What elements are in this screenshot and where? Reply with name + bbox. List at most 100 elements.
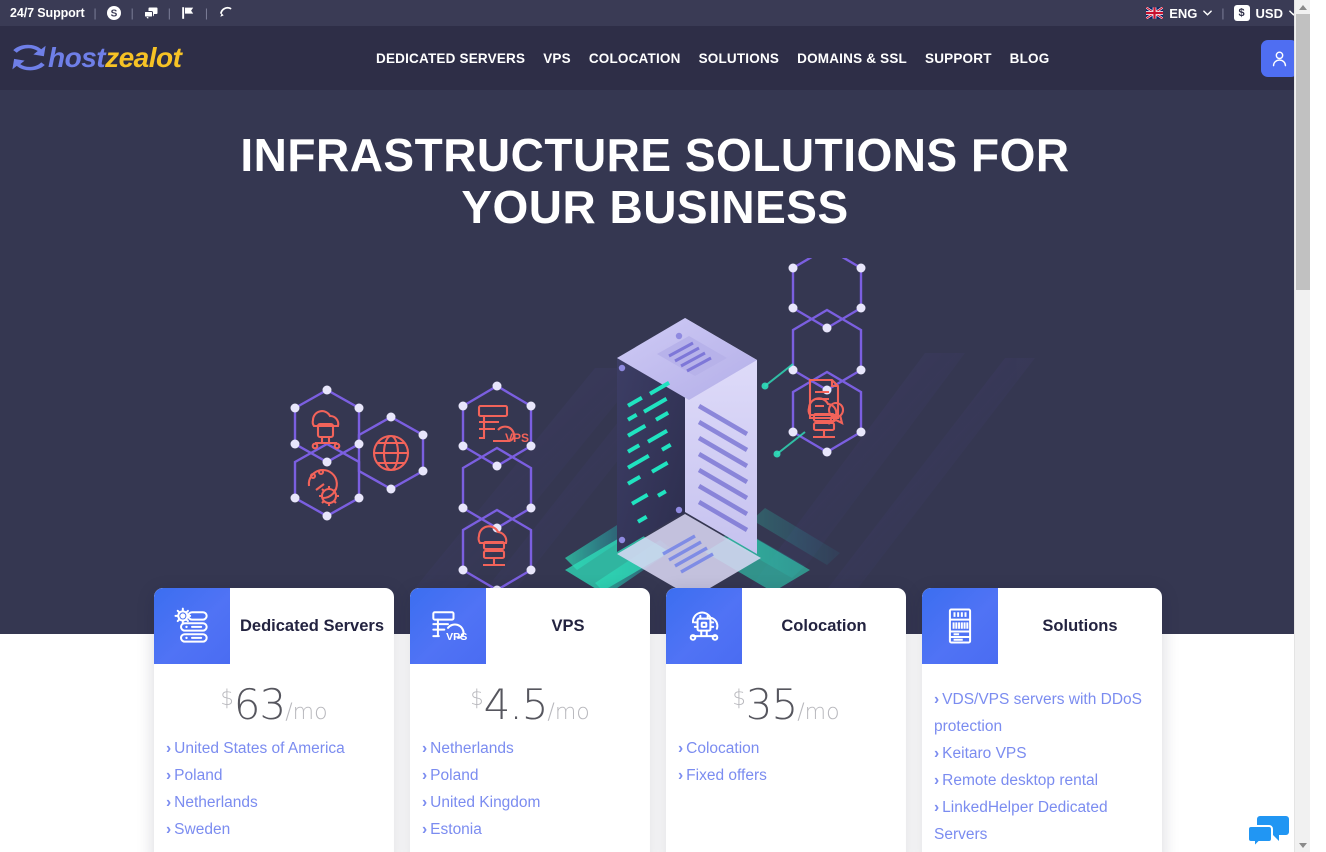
logo-mark-icon: [12, 44, 46, 71]
list-item[interactable]: › Estonia: [422, 816, 638, 843]
list-item-label: Estonia: [430, 821, 482, 838]
price-value: 4.5: [483, 680, 549, 729]
user-icon: [1272, 50, 1287, 66]
list-item-label: Colocation: [686, 740, 760, 757]
list-item-label: United States of America: [174, 740, 345, 757]
card-header: Dedicated Servers: [154, 588, 394, 664]
chevron-right-icon: ›: [934, 772, 940, 789]
card-link-list: › VDS/VPS servers with DDoS protection › K…: [922, 664, 1162, 848]
list-item[interactable]: › VDS/VPS servers with DDoS protection: [934, 686, 1150, 740]
list-item[interactable]: › Keitaro VPS: [934, 740, 1150, 767]
nav-item-vps[interactable]: VPS: [534, 45, 580, 72]
list-item[interactable]: › Remote desktop rental: [934, 767, 1150, 794]
list-item[interactable]: › LinkedHelper Dedicated Servers: [934, 794, 1150, 848]
chevron-down-icon: [1203, 10, 1213, 16]
site-header: hostzealot DEDICATED SERVERS VPS COLOCAT…: [0, 26, 1310, 90]
card-link-list: › Colocation › Fixed offers: [666, 729, 906, 789]
chevron-right-icon: ›: [166, 794, 172, 811]
performance-gear-illustration-icon: [307, 468, 339, 506]
nav-item-dedicated-servers[interactable]: DEDICATED SERVERS: [376, 45, 534, 72]
nav-item-support[interactable]: SUPPORT: [916, 45, 1001, 72]
language-label: ENG: [1169, 5, 1198, 21]
chevron-right-icon: ›: [678, 740, 684, 757]
page-title: INFRASTRUCTURE SOLUTIONS FOR YOUR BUSINE…: [240, 129, 1070, 233]
currency-selector[interactable]: $ USD: [1233, 5, 1298, 21]
page-scrollbar[interactable]: [1294, 0, 1310, 852]
list-item-label: Netherlands: [430, 740, 514, 757]
topbar-support-group: 24/7 Support | S | | |: [10, 5, 233, 21]
card-icon-wrapper: VPS: [410, 588, 486, 664]
product-card-colocation[interactable]: Colocation $35/mo › Colocation › Fixed off…: [666, 588, 906, 852]
currency-label: USD: [1255, 5, 1283, 21]
separator: |: [93, 6, 97, 20]
card-link-list: › United States of America › Poland › Nethe…: [154, 729, 394, 843]
svg-text:VPS: VPS: [505, 431, 529, 445]
price-currency: $: [470, 686, 484, 710]
card-title: Colocation: [781, 616, 867, 635]
price-value: 63: [233, 680, 286, 729]
cloud-chip-illustration-icon: [311, 410, 341, 450]
nav-item-solutions[interactable]: SOLUTIONS: [690, 45, 789, 72]
list-item[interactable]: › Colocation: [678, 735, 894, 762]
scroll-up-arrow-icon[interactable]: [1295, 0, 1310, 14]
list-item[interactable]: › Sweden: [166, 816, 382, 843]
chat-icon[interactable]: [143, 5, 159, 21]
chevron-right-icon: ›: [422, 821, 428, 838]
account-button[interactable]: [1261, 39, 1298, 77]
chevron-right-icon: ›: [166, 767, 172, 784]
list-item[interactable]: › United Kingdom: [422, 789, 638, 816]
chat-widget-button[interactable]: [1247, 804, 1291, 848]
list-item[interactable]: › Netherlands: [166, 789, 382, 816]
product-card-solutions[interactable]: Solutions › VDS/VPS servers with DDoS pro…: [922, 588, 1162, 852]
list-item[interactable]: › United States of America: [166, 735, 382, 762]
main-navigation: DEDICATED SERVERS VPS COLOCATION SOLUTIO…: [376, 45, 1058, 72]
list-item[interactable]: › Poland: [166, 762, 382, 789]
separator: |: [204, 6, 209, 20]
list-item-label: Poland: [174, 767, 223, 784]
logo-text-zealot: zealot: [105, 42, 182, 73]
support-label: 24/7 Support: [10, 6, 85, 20]
svg-text:S: S: [110, 9, 117, 20]
nav-item-blog[interactable]: BLOG: [1001, 45, 1059, 72]
list-item[interactable]: › Poland: [422, 762, 638, 789]
scrollbar-thumb[interactable]: [1296, 14, 1310, 290]
separator: |: [167, 6, 171, 20]
card-header: Solutions: [922, 588, 1162, 664]
separator: |: [1221, 6, 1225, 20]
phone-icon[interactable]: [217, 5, 233, 21]
chat-bubbles-icon: [1248, 816, 1289, 848]
list-item-label: Remote desktop rental: [942, 772, 1099, 789]
card-icon-wrapper: [666, 588, 742, 664]
chevron-right-icon: ›: [422, 740, 428, 757]
product-card-vps[interactable]: VPS VPS $4.5/mo › Netherlands › Poland › Un…: [410, 588, 650, 852]
list-item-label: Sweden: [174, 821, 231, 838]
vps-cloud-icon: VPS: [432, 611, 467, 643]
card-price: $35/mo: [666, 664, 906, 729]
list-item[interactable]: › Fixed offers: [678, 762, 894, 789]
list-item-label: Poland: [430, 767, 479, 784]
ticket-icon[interactable]: [180, 5, 196, 21]
skype-icon[interactable]: S: [106, 5, 122, 21]
price-value: 35: [745, 680, 798, 729]
svg-text:VPS: VPS: [446, 631, 467, 643]
separator: |: [130, 6, 134, 20]
product-card-dedicated-servers[interactable]: Dedicated Servers $63/mo › United States …: [154, 588, 394, 852]
dollar-icon: $: [1233, 5, 1250, 21]
list-item-label: VDS/VPS servers with DDoS protection: [934, 691, 1143, 735]
language-selector[interactable]: ENG: [1146, 5, 1213, 21]
page-root: 24/7 Support | S | | | ENG | $ USD hostz…: [0, 0, 1310, 852]
list-item[interactable]: › Netherlands: [422, 735, 638, 762]
scroll-down-arrow-icon[interactable]: [1295, 838, 1310, 852]
cloud-chip-icon: [689, 611, 719, 641]
chevron-right-icon: ›: [422, 794, 428, 811]
hero-illustration: VPS: [290, 258, 1035, 618]
logo-text-host: host: [48, 42, 106, 73]
card-icon-wrapper: [922, 588, 998, 664]
topbar-locale-group: ENG | $ USD: [1146, 5, 1298, 21]
product-cards: Dedicated Servers $63/mo › United States …: [0, 588, 1310, 852]
card-link-list: › Netherlands › Poland › United Kingdom › Es…: [410, 729, 650, 843]
logo[interactable]: hostzealot: [8, 38, 182, 78]
server-gear-icon: [174, 607, 208, 643]
nav-item-colocation[interactable]: COLOCATION: [580, 45, 690, 72]
nav-item-domains-ssl[interactable]: DOMAINS & SSL: [788, 45, 916, 72]
